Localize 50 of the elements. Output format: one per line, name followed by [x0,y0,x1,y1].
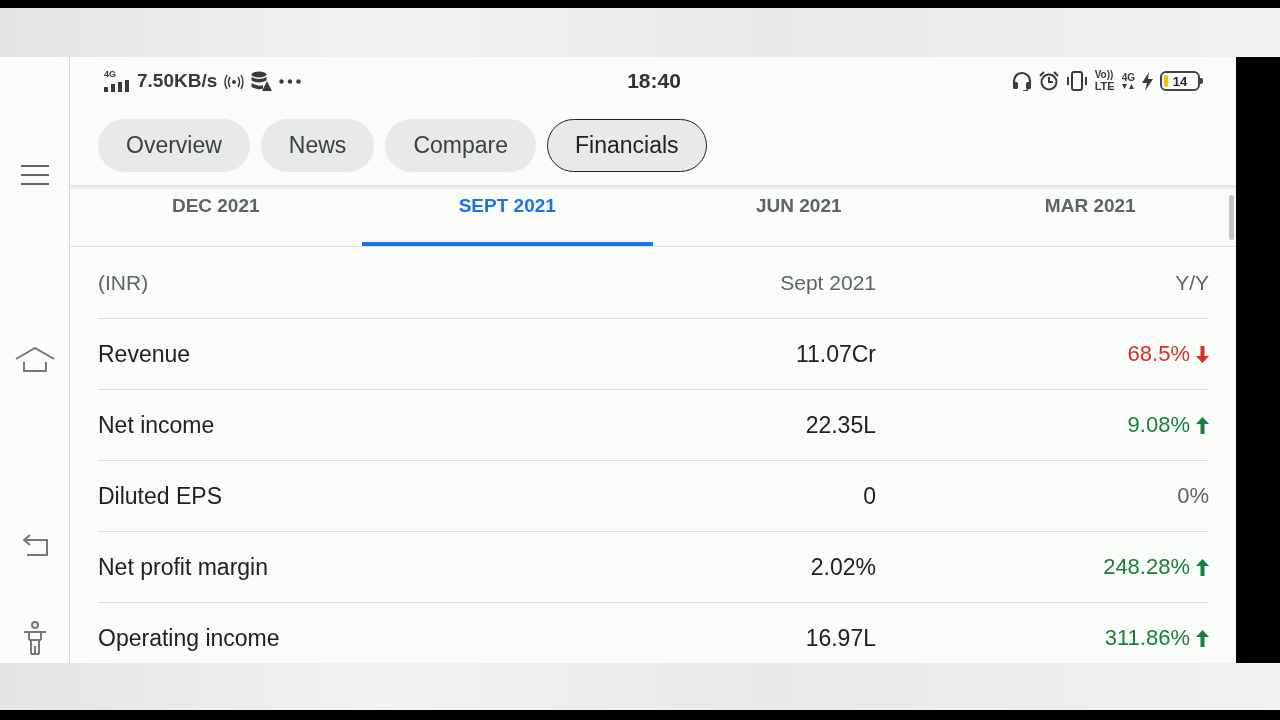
network-speed: 7.50KB/s [137,70,218,92]
data-arrows-icon [1121,83,1134,90]
data-type-label: 4G [1121,72,1135,83]
change-value: 0% [1177,483,1209,509]
value-cell: 22.35L [805,411,876,439]
menu-icon[interactable] [20,165,49,185]
column-header: Y/Y [1175,270,1209,295]
hotspot-icon [224,72,245,90]
period-tab[interactable]: SEPT 2021 [361,185,653,246]
value-cell: 11.07Cr [795,340,876,368]
change-value: 311.86% [1104,625,1190,651]
row-label: Operating income [98,624,280,652]
alarm-icon [1038,71,1059,91]
row-label: Net profit margin [98,553,268,581]
row-label: Revenue [98,340,191,368]
accessibility-icon[interactable] [22,621,47,655]
back-icon[interactable] [20,534,49,556]
tab[interactable]: Financials [547,118,707,172]
home-icon[interactable] [14,347,55,373]
volte-label: Vo)) [1094,70,1114,80]
arrow-up-icon [1196,629,1209,647]
row-label: Diluted EPS [98,482,222,510]
arrow-up-icon [1196,558,1209,576]
more-icon [279,78,302,84]
tab[interactable]: Compare [385,118,536,172]
period-tab[interactable]: MAR 2021 [944,185,1236,246]
volte-label: LTE [1094,81,1115,92]
column-header: Sept 2021 [780,270,876,295]
change-value: 68.5% [1127,341,1190,367]
tab[interactable]: Overview [98,118,250,172]
change-value: 9.08% [1127,412,1190,438]
signal-icon [104,80,130,92]
headphones-icon [1011,71,1032,91]
arrow-up-icon [1196,416,1209,434]
tab[interactable]: News [260,118,375,172]
scrollbar-thumb[interactable] [1229,195,1234,240]
vibrate-icon [1065,71,1088,91]
value-cell: 16.97L [805,624,876,652]
row-label: Net income [98,411,215,439]
database-warning-icon [251,70,273,92]
value-cell: 0 [863,482,876,510]
period-tab[interactable]: JUN 2021 [653,185,945,246]
column-header: (INR) [98,270,149,295]
battery-percent: 14 [1172,74,1188,88]
value-cell: 2.02% [810,553,876,581]
period-tab[interactable]: DEC 2021 [70,185,362,246]
change-value: 248.28% [1103,554,1190,580]
network-type-label: 4G [104,70,116,79]
clock-time: 18:40 [627,69,681,93]
arrow-down-icon [1196,345,1209,363]
